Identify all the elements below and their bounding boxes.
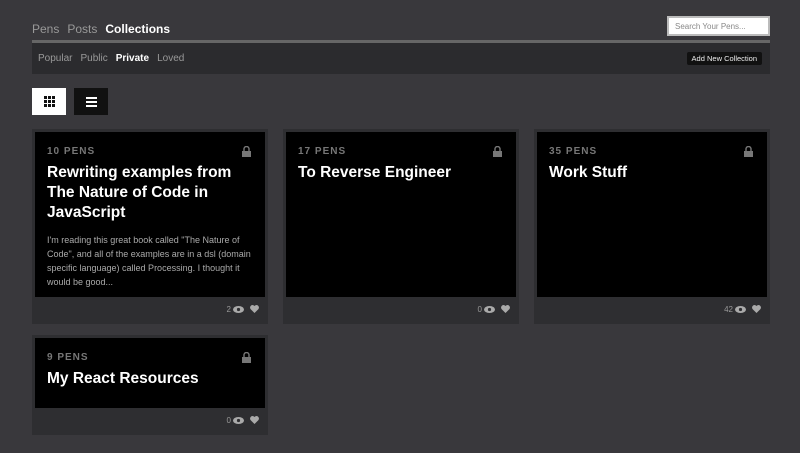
view-count-value: 42 bbox=[724, 304, 733, 314]
view-count-value: 0 bbox=[477, 304, 482, 314]
subtab-public[interactable]: Public bbox=[80, 53, 107, 64]
pens-count: 10 PENS bbox=[47, 146, 96, 157]
subtab-popular[interactable]: Popular bbox=[38, 53, 72, 64]
pens-count: 17 PENS bbox=[298, 146, 347, 157]
subtab-private[interactable]: Private bbox=[116, 53, 149, 64]
grid-view-button[interactable] bbox=[32, 88, 66, 115]
collection-title[interactable]: Rewriting examples from The Nature of Co… bbox=[47, 163, 253, 223]
pens-count: 35 PENS bbox=[549, 146, 598, 157]
lock-icon bbox=[242, 146, 251, 157]
view-count-value: 2 bbox=[226, 304, 231, 314]
view-count: 0 bbox=[478, 305, 495, 314]
collection-title[interactable]: Work Stuff bbox=[549, 163, 755, 183]
heart-icon[interactable] bbox=[752, 305, 761, 313]
view-count-value: 0 bbox=[226, 415, 231, 425]
lock-icon bbox=[493, 146, 502, 157]
eye-icon bbox=[735, 305, 746, 313]
view-count: 0 bbox=[227, 416, 244, 425]
heart-icon[interactable] bbox=[501, 305, 510, 313]
search-input[interactable] bbox=[667, 16, 770, 36]
eye-icon bbox=[233, 305, 244, 313]
collection-title[interactable]: My React Resources bbox=[47, 369, 253, 389]
top-nav: Pens Posts Collections bbox=[32, 22, 170, 36]
list-view-button[interactable] bbox=[74, 88, 108, 115]
collection-card[interactable]: 17 PENS To Reverse Engineer 0 bbox=[283, 129, 519, 324]
tab-collections[interactable]: Collections bbox=[105, 22, 170, 36]
collection-title[interactable]: To Reverse Engineer bbox=[298, 163, 504, 183]
heart-icon[interactable] bbox=[250, 305, 259, 313]
collection-card[interactable]: 35 PENS Work Stuff 42 bbox=[534, 129, 770, 324]
lock-icon bbox=[242, 352, 251, 363]
view-count: 42 bbox=[724, 305, 746, 314]
eye-icon bbox=[484, 305, 495, 313]
tab-posts[interactable]: Posts bbox=[67, 22, 97, 36]
collection-card[interactable]: 9 PENS My React Resources 0 bbox=[32, 335, 268, 435]
add-new-collection-button[interactable]: Add New Collection bbox=[686, 52, 762, 65]
sub-nav: Popular Public Private Loved Add New Col… bbox=[32, 43, 770, 74]
subtab-loved[interactable]: Loved bbox=[157, 53, 184, 64]
heart-icon[interactable] bbox=[250, 416, 259, 424]
list-view-icon bbox=[85, 96, 97, 107]
tab-pens[interactable]: Pens bbox=[32, 22, 59, 36]
collection-description: I'm reading this great book called "The … bbox=[47, 235, 251, 287]
grid-view-icon bbox=[43, 96, 55, 107]
pens-count: 9 PENS bbox=[47, 352, 89, 363]
collection-card[interactable]: 10 PENS Rewriting examples from The Natu… bbox=[32, 129, 268, 324]
eye-icon bbox=[233, 416, 244, 424]
lock-icon bbox=[744, 146, 753, 157]
view-count: 2 bbox=[227, 305, 244, 314]
